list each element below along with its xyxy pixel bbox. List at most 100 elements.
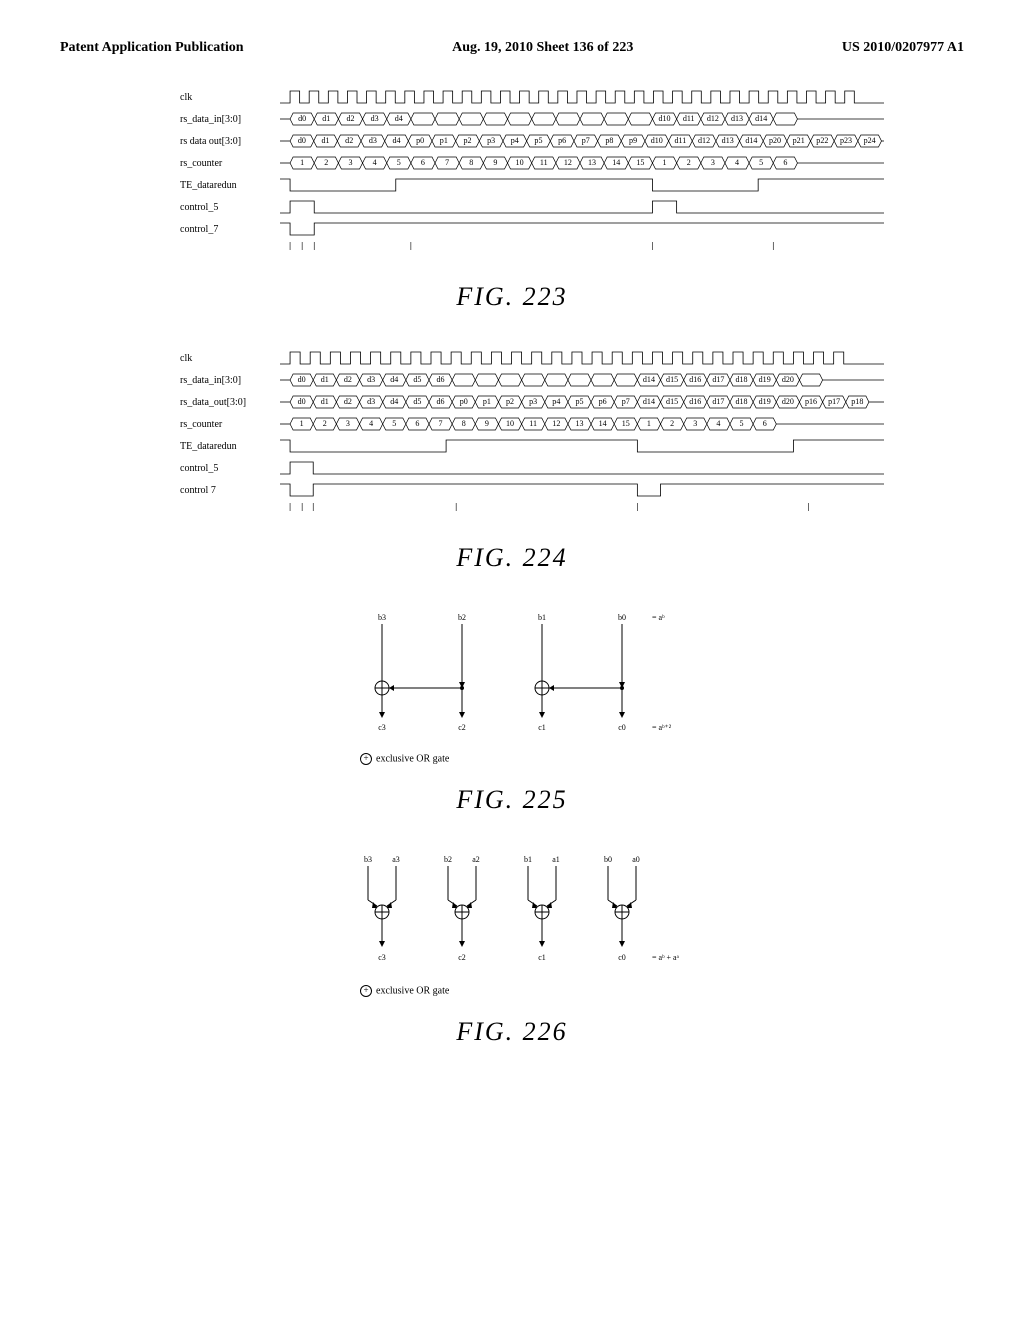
- svg-text:d15: d15: [666, 397, 678, 406]
- svg-text:= aᵇ⁺²: = aᵇ⁺²: [652, 723, 672, 732]
- svg-text:p1: p1: [483, 397, 491, 406]
- counter-waveform: 123456789101112131415123456: [280, 154, 884, 172]
- svg-text:d12: d12: [698, 136, 710, 145]
- svg-text:p20: p20: [769, 136, 781, 145]
- svg-text:d11: d11: [675, 136, 687, 145]
- svg-text:d4: d4: [390, 375, 398, 384]
- svg-text:3: 3: [348, 158, 352, 167]
- svg-text:6: 6: [415, 419, 419, 428]
- svg-text:b3: b3: [378, 613, 386, 622]
- svg-text:d17: d17: [712, 375, 724, 384]
- svg-text:p0: p0: [460, 397, 468, 406]
- signal-label: rs_data_in[3:0]: [180, 114, 280, 125]
- svg-text:7: 7: [439, 419, 443, 428]
- figure-caption-223: FIG. 223: [60, 282, 964, 312]
- svg-text:b1: b1: [524, 855, 532, 864]
- svg-text:a3: a3: [392, 855, 400, 864]
- svg-text:13: 13: [575, 419, 583, 428]
- xor-legend: +exclusive OR gate: [360, 985, 964, 997]
- svg-text:a1: a1: [552, 855, 560, 864]
- svg-text:p2: p2: [506, 397, 514, 406]
- svg-text:d4: d4: [390, 397, 398, 406]
- svg-text:d14: d14: [643, 397, 655, 406]
- svg-text:4: 4: [373, 158, 377, 167]
- svg-text:p5: p5: [575, 397, 583, 406]
- svg-text:d2: d2: [344, 397, 352, 406]
- timing-diagram-224: clk rs_data_in[3:0] d0 d1 d2 d3 d4 d5 d6 d14 d15…: [180, 347, 884, 523]
- svg-text:d18: d18: [736, 375, 748, 384]
- svg-text:b1: b1: [538, 613, 546, 622]
- svg-text:7: 7: [445, 158, 449, 167]
- signal-label: TE_dataredun: [180, 180, 280, 191]
- svg-text:d3: d3: [367, 375, 375, 384]
- svg-text:a2: a2: [472, 855, 480, 864]
- svg-text:d20: d20: [782, 397, 794, 406]
- svg-text:p7: p7: [582, 136, 590, 145]
- svg-text:6: 6: [421, 158, 425, 167]
- svg-text:d2: d2: [345, 136, 353, 145]
- svg-text:14: 14: [612, 158, 620, 167]
- svg-text:15: 15: [622, 419, 630, 428]
- svg-text:d14: d14: [755, 114, 767, 123]
- signal-label: control 7: [180, 485, 280, 496]
- data-in-waveform: d0d1d2d3d4d5d6d14d15d16d17d18d19d20: [280, 371, 884, 389]
- svg-text:8: 8: [469, 158, 473, 167]
- svg-text:d13: d13: [722, 136, 734, 145]
- logic-diagram-225: b3b2b1b0= aᵇc3c2c1c0= aᵇ⁺²: [60, 608, 964, 743]
- svg-text:d10: d10: [659, 114, 671, 123]
- svg-text:d6: d6: [437, 397, 445, 406]
- svg-text:3: 3: [346, 419, 350, 428]
- svg-text:d1: d1: [322, 136, 330, 145]
- svg-text:4: 4: [735, 158, 739, 167]
- svg-text:15: 15: [636, 158, 644, 167]
- svg-text:d3: d3: [367, 397, 375, 406]
- svg-text:2: 2: [687, 158, 691, 167]
- svg-text:d0: d0: [298, 375, 306, 384]
- figure-caption-224: FIG. 224: [60, 543, 964, 573]
- svg-text:b0: b0: [604, 855, 612, 864]
- svg-text:p24: p24: [864, 136, 876, 145]
- xor-gate-icon: +: [360, 985, 372, 997]
- svg-text:d11: d11: [683, 114, 695, 123]
- svg-text:d14: d14: [643, 375, 655, 384]
- svg-text:d18: d18: [736, 397, 748, 406]
- header-left: Patent Application Publication: [60, 40, 244, 56]
- svg-text:c2: c2: [458, 953, 466, 962]
- signal-label: rs_data_in[3:0]: [180, 375, 280, 386]
- svg-text:d17: d17: [712, 397, 724, 406]
- svg-text:d4: d4: [393, 136, 401, 145]
- figure-caption-226: FIG. 226: [60, 1017, 964, 1047]
- clk-waveform: [280, 88, 884, 106]
- signal-label: TE_dataredun: [180, 441, 280, 452]
- clk-waveform: [280, 349, 884, 367]
- svg-text:d5: d5: [413, 397, 421, 406]
- svg-text:d1: d1: [322, 114, 330, 123]
- signal-label: rs_counter: [180, 158, 280, 169]
- ctrl5-waveform: [280, 459, 884, 477]
- svg-text:d19: d19: [759, 375, 771, 384]
- markers: [280, 242, 884, 260]
- svg-text:p18: p18: [851, 397, 863, 406]
- svg-text:d2: d2: [346, 114, 354, 123]
- svg-text:5: 5: [740, 419, 744, 428]
- svg-text:p6: p6: [558, 136, 566, 145]
- markers: [280, 503, 884, 521]
- svg-text:3: 3: [693, 419, 697, 428]
- svg-text:p1: p1: [440, 136, 448, 145]
- data-out-waveform: d0d1d2d3d4d5d6p0p1p2p3p4p5p6p7d14d15d16d…: [280, 393, 884, 411]
- svg-text:c3: c3: [378, 953, 386, 962]
- svg-text:9: 9: [485, 419, 489, 428]
- svg-text:d6: d6: [437, 375, 445, 384]
- svg-text:c0: c0: [618, 723, 626, 732]
- svg-text:p22: p22: [816, 136, 828, 145]
- svg-text:12: 12: [552, 419, 560, 428]
- svg-text:d0: d0: [298, 136, 306, 145]
- signal-label: clk: [180, 353, 280, 364]
- svg-text:d16: d16: [689, 397, 701, 406]
- svg-text:10: 10: [516, 158, 524, 167]
- svg-text:4: 4: [369, 419, 373, 428]
- ctrl5-waveform: [280, 198, 884, 216]
- svg-text:d1: d1: [321, 375, 329, 384]
- svg-text:b0: b0: [618, 613, 626, 622]
- signal-label: clk: [180, 92, 280, 103]
